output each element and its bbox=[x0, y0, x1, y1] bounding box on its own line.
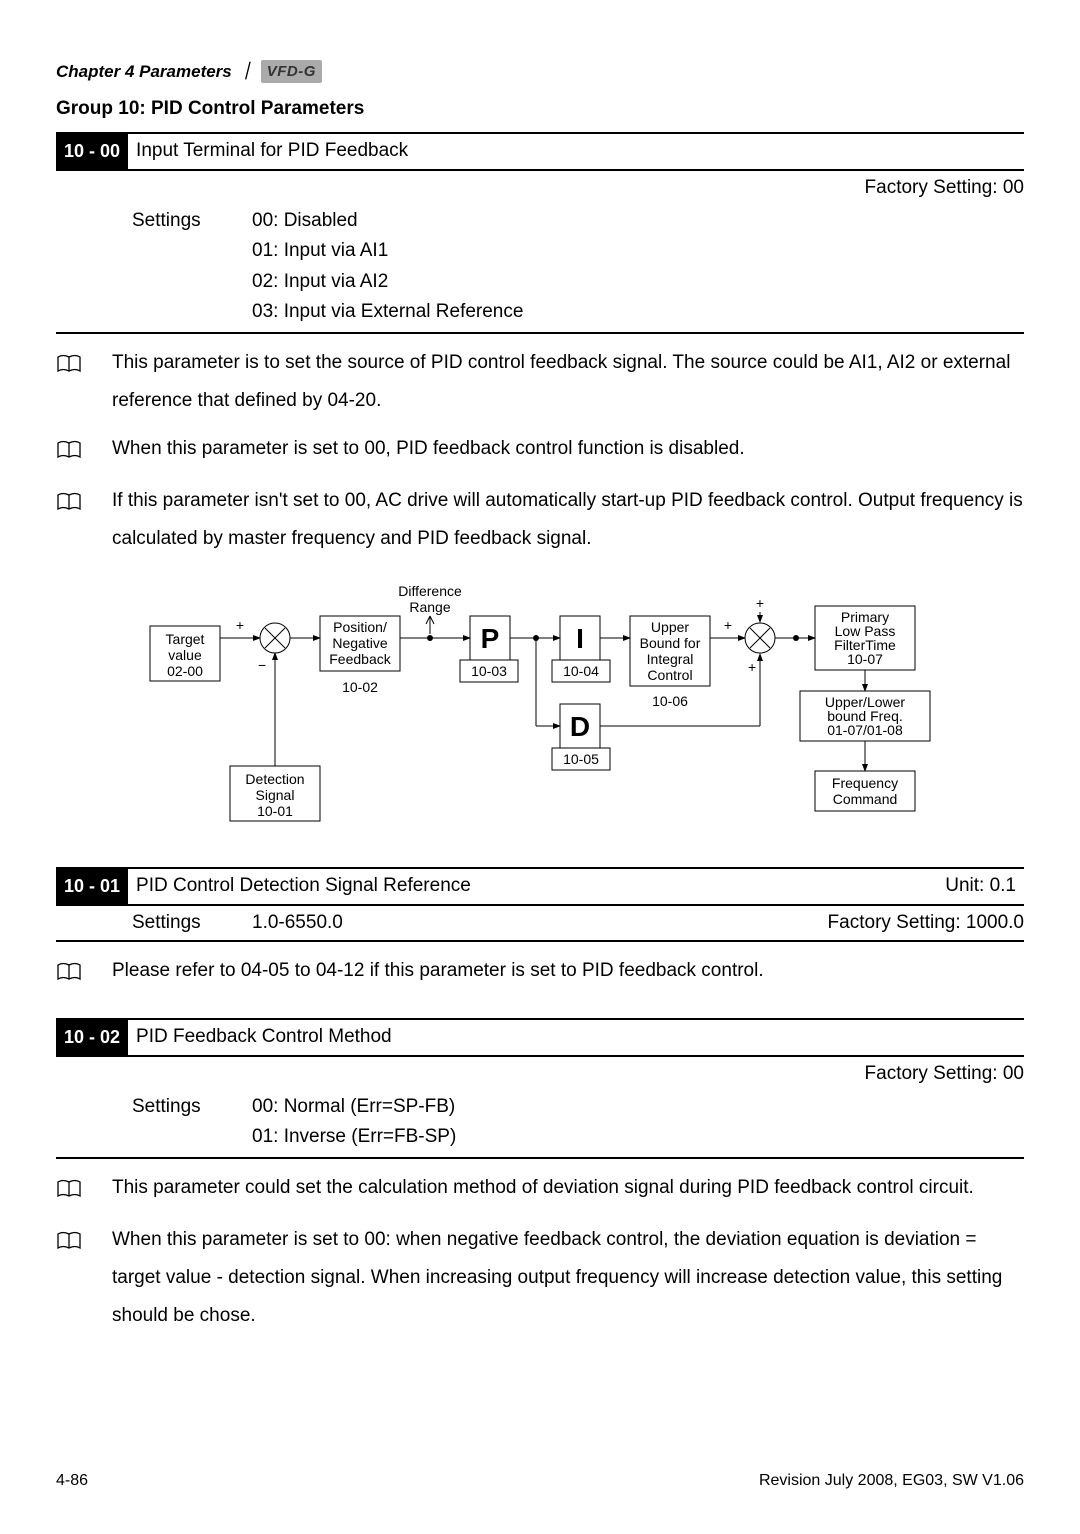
svg-text:Integral: Integral bbox=[647, 651, 694, 667]
book-icon bbox=[56, 350, 82, 420]
note-text: This parameter is to set the source of P… bbox=[112, 344, 1024, 420]
param-name: PID Feedback Control Method bbox=[128, 1020, 1024, 1055]
svg-text:Negative: Negative bbox=[332, 635, 387, 651]
brand-badge: VFD-G bbox=[261, 60, 322, 83]
svg-text:+: + bbox=[724, 617, 732, 633]
note-item: If this parameter isn't set to 00, AC dr… bbox=[56, 482, 1024, 558]
chapter-header: Chapter 4 Parameters ｜ VFD-G bbox=[56, 60, 1024, 84]
param-unit: Unit: 0.1 bbox=[937, 869, 1024, 904]
note-item: This parameter could set the calculation… bbox=[56, 1169, 1024, 1211]
note-text: When this parameter is set to 00: when n… bbox=[112, 1221, 1024, 1335]
page-footer: 4-86 Revision July 2008, EG03, SW V1.06 bbox=[56, 1470, 1024, 1492]
svg-text:Range: Range bbox=[409, 599, 450, 615]
note-list: Please refer to 04-05 to 04-12 if this p… bbox=[56, 952, 1024, 994]
revision-text: Revision July 2008, EG03, SW V1.06 bbox=[759, 1470, 1024, 1492]
param-code: 10 - 01 bbox=[56, 869, 128, 904]
settings-values: 00: Disabled 01: Input via AI1 02: Input… bbox=[252, 208, 1024, 330]
param-header: 10 - 00 Input Terminal for PID Feedback bbox=[56, 132, 1024, 171]
setting-option: 02: Input via AI2 bbox=[252, 269, 1024, 296]
svg-text:value: value bbox=[168, 647, 202, 663]
note-item: When this parameter is set to 00: when n… bbox=[56, 1221, 1024, 1335]
svg-text:−: − bbox=[258, 657, 266, 673]
book-icon bbox=[56, 488, 82, 558]
settings-values: 00: Normal (Err=SP-FB) 01: Inverse (Err=… bbox=[252, 1094, 1024, 1155]
settings-row: Settings 1.0-6550.0 Factory Setting: 100… bbox=[56, 906, 1024, 943]
svg-text:10-02: 10-02 bbox=[342, 679, 378, 695]
note-item: When this parameter is set to 00, PID fe… bbox=[56, 430, 1024, 472]
settings-label: Settings bbox=[132, 208, 252, 330]
note-list: This parameter could set the calculation… bbox=[56, 1169, 1024, 1335]
group-title: Group 10: PID Control Parameters bbox=[56, 96, 1024, 123]
setting-option: 01: Input via AI1 bbox=[252, 238, 1024, 265]
svg-text:10-04: 10-04 bbox=[563, 663, 599, 679]
svg-text:Upper: Upper bbox=[651, 619, 689, 635]
svg-text:I: I bbox=[576, 623, 584, 654]
settings-row: Settings 00: Disabled 01: Input via AI1 … bbox=[56, 206, 1024, 334]
setting-range: 1.0-6550.0 bbox=[252, 912, 343, 933]
svg-text:10-07: 10-07 bbox=[847, 651, 883, 667]
settings-row: Settings 00: Normal (Err=SP-FB) 01: Inve… bbox=[56, 1092, 1024, 1159]
note-text: If this parameter isn't set to 00, AC dr… bbox=[112, 482, 1024, 558]
svg-text:P: P bbox=[481, 623, 500, 654]
setting-option: 00: Disabled bbox=[252, 208, 1024, 235]
book-icon bbox=[56, 958, 82, 994]
book-icon bbox=[56, 436, 82, 472]
chapter-label: Chapter 4 Parameters bbox=[56, 60, 232, 84]
note-text: When this parameter is set to 00, PID fe… bbox=[112, 430, 1024, 472]
note-text: Please refer to 04-05 to 04-12 if this p… bbox=[112, 952, 1024, 994]
note-item: Please refer to 04-05 to 04-12 if this p… bbox=[56, 952, 1024, 994]
param-block-10-00: 10 - 00 Input Terminal for PID Feedback … bbox=[56, 132, 1024, 334]
svg-text:+: + bbox=[748, 659, 756, 675]
param-name: PID Control Detection Signal Reference bbox=[128, 869, 937, 904]
svg-text:10-03: 10-03 bbox=[471, 663, 507, 679]
book-icon bbox=[56, 1175, 82, 1211]
param-name: Input Terminal for PID Feedback bbox=[128, 134, 1024, 169]
pid-diagram: Target value 02-00 + − Detection Signal … bbox=[56, 576, 1024, 843]
param-header: 10 - 01 PID Control Detection Signal Ref… bbox=[56, 867, 1024, 906]
page-number: 4-86 bbox=[56, 1470, 88, 1492]
factory-setting: Factory Setting: 00 bbox=[56, 1057, 1024, 1092]
book-icon bbox=[56, 1227, 82, 1335]
svg-text:Control: Control bbox=[647, 667, 692, 683]
note-item: This parameter is to set the source of P… bbox=[56, 344, 1024, 420]
settings-values: 1.0-6550.0 bbox=[252, 910, 828, 937]
factory-setting: Factory Setting: 00 bbox=[56, 171, 1024, 206]
param-code: 10 - 00 bbox=[56, 134, 128, 169]
separator: ｜ bbox=[238, 60, 255, 84]
settings-label: Settings bbox=[132, 910, 252, 937]
svg-text:10-05: 10-05 bbox=[563, 751, 599, 767]
svg-text:10-01: 10-01 bbox=[257, 803, 293, 819]
svg-text:Target: Target bbox=[166, 631, 205, 647]
svg-text:Command: Command bbox=[833, 791, 898, 807]
note-text: This parameter could set the calculation… bbox=[112, 1169, 1024, 1211]
note-list: This parameter is to set the source of P… bbox=[56, 344, 1024, 558]
param-block-10-01: 10 - 01 PID Control Detection Signal Ref… bbox=[56, 867, 1024, 942]
setting-option: 00: Normal (Err=SP-FB) bbox=[252, 1094, 1024, 1121]
svg-text:D: D bbox=[570, 711, 590, 742]
svg-text:02-00: 02-00 bbox=[167, 663, 203, 679]
svg-text:Bound for: Bound for bbox=[640, 635, 701, 651]
svg-text:Frequency: Frequency bbox=[832, 775, 898, 791]
svg-text:+: + bbox=[756, 595, 764, 611]
setting-option: 01: Inverse (Err=FB-SP) bbox=[252, 1124, 1024, 1151]
svg-text:01-07/01-08: 01-07/01-08 bbox=[827, 722, 903, 738]
svg-text:10-06: 10-06 bbox=[652, 693, 688, 709]
param-block-10-02: 10 - 02 PID Feedback Control Method Fact… bbox=[56, 1018, 1024, 1158]
svg-text:Position/: Position/ bbox=[333, 619, 387, 635]
svg-text:Difference: Difference bbox=[398, 583, 462, 599]
svg-text:Detection: Detection bbox=[245, 771, 304, 787]
settings-label: Settings bbox=[132, 1094, 252, 1155]
setting-option: 03: Input via External Reference bbox=[252, 299, 1024, 326]
svg-text:+: + bbox=[236, 617, 244, 633]
param-code: 10 - 02 bbox=[56, 1020, 128, 1055]
param-header: 10 - 02 PID Feedback Control Method bbox=[56, 1018, 1024, 1057]
svg-text:Signal: Signal bbox=[256, 787, 295, 803]
factory-setting-inline: Factory Setting: 1000.0 bbox=[828, 910, 1024, 937]
svg-text:Feedback: Feedback bbox=[329, 651, 391, 667]
